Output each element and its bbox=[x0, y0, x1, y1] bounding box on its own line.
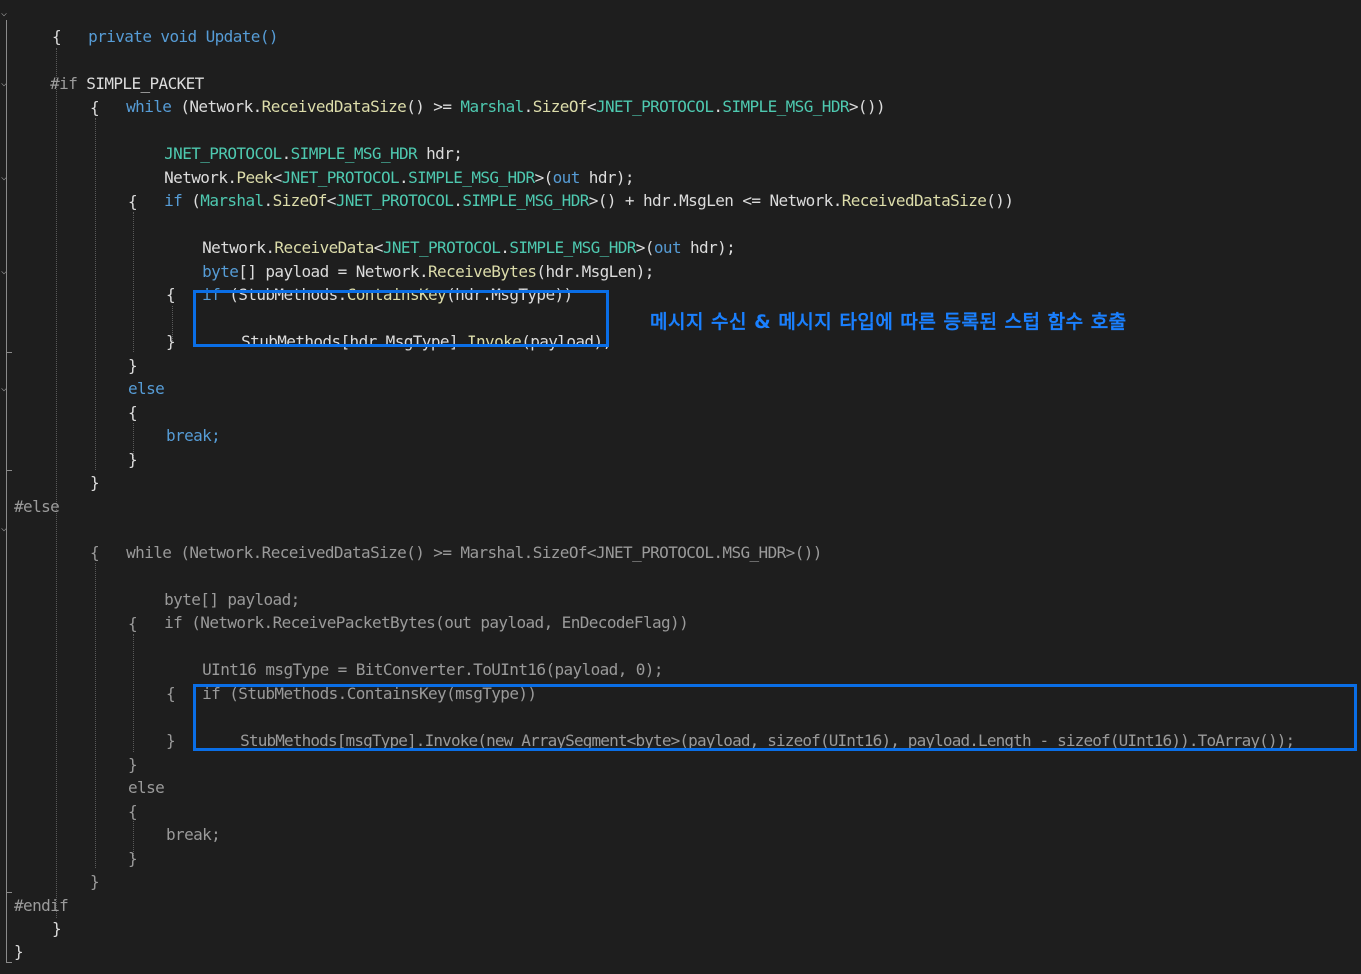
code-line-19[interactable]: break; bbox=[166, 424, 221, 447]
code-line-11[interactable]: byte[] payload = Network.ReceiveBytes(hd… bbox=[166, 237, 654, 281]
code-line-13[interactable]: { bbox=[166, 283, 176, 306]
code-line-22[interactable]: #else bbox=[14, 495, 60, 518]
code-line-17[interactable]: else bbox=[128, 377, 165, 400]
code-line-10[interactable]: Network.ReceiveData<JNET_PROTOCOL.SIMPLE… bbox=[166, 213, 736, 257]
code-editor[interactable]: ⌵ ⌵ ⌵ ⌵ ⌵ ⌵ private void Update() { #if … bbox=[0, 0, 1361, 974]
annotation-label: 메시지 수신 & 메시지 타입에 따른 등록된 스텁 함수 호출 bbox=[650, 311, 1127, 333]
indent-guide bbox=[95, 563, 96, 868]
code-line-27[interactable]: { bbox=[128, 612, 138, 635]
code-line-35[interactable]: { bbox=[128, 800, 138, 823]
code-line-36[interactable]: break; bbox=[166, 823, 221, 846]
code-line-20[interactable]: } bbox=[128, 448, 138, 471]
code-line-21[interactable]: } bbox=[90, 471, 100, 494]
code-line-37[interactable]: } bbox=[128, 847, 138, 870]
code-line-34[interactable]: else bbox=[128, 776, 165, 799]
code-line-38[interactable]: } bbox=[90, 870, 100, 893]
code-line-41[interactable]: } bbox=[14, 940, 24, 963]
code-line-8[interactable]: if (Marshal.SizeOf<JNET_PROTOCOL.SIMPLE_… bbox=[128, 166, 1014, 210]
preprocessor-if: #if bbox=[50, 74, 78, 94]
code-line-29[interactable]: if (StubMethods.ContainsKey(msgType)) bbox=[166, 659, 537, 703]
code-line-6[interactable]: JNET_PROTOCOL.SIMPLE_MSG_HDR hdr; bbox=[128, 119, 463, 163]
code-line-12[interactable]: if (StubMethods.ContainsKey(hdr.MsgType)… bbox=[166, 260, 573, 304]
code-line-33[interactable]: } bbox=[128, 753, 138, 776]
code-line-28[interactable]: UInt16 msgType = BitConverter.ToUInt16(p… bbox=[166, 635, 663, 679]
code-line-23[interactable]: while (Network.ReceivedDataSize() >= Mar… bbox=[90, 518, 822, 562]
chevron-down-icon[interactable]: ⌵ bbox=[1, 8, 11, 20]
fold-end bbox=[6, 470, 12, 471]
method-name: Update bbox=[205, 27, 261, 47]
code-line-39[interactable]: #endif bbox=[14, 894, 69, 917]
preprocessor-endif: #endif bbox=[14, 896, 69, 915]
code-line-2[interactable]: { bbox=[52, 25, 62, 48]
fold-end bbox=[6, 892, 12, 893]
highlight-box-segment-invoke bbox=[193, 684, 1357, 751]
code-line-16[interactable]: } bbox=[128, 354, 138, 377]
code-line-40[interactable]: } bbox=[52, 917, 62, 940]
keyword-void: void bbox=[160, 27, 197, 47]
code-line-15[interactable]: } bbox=[166, 330, 176, 353]
fold-end bbox=[6, 962, 12, 963]
keyword-private: private bbox=[88, 27, 152, 47]
code-line-25[interactable]: byte[] payload; bbox=[128, 565, 300, 609]
preprocessor-else: #else bbox=[14, 497, 60, 516]
code-line-4[interactable]: while (Network.ReceivedDataSize() >= Mar… bbox=[90, 72, 885, 116]
code-line-1[interactable]: private void Update() bbox=[52, 2, 278, 46]
code-line-24[interactable]: { bbox=[90, 541, 100, 564]
fold-end bbox=[6, 352, 12, 353]
fold-line bbox=[6, 20, 7, 962]
code-line-7[interactable]: Network.Peek<JNET_PROTOCOL.SIMPLE_MSG_HD… bbox=[128, 143, 634, 187]
code-line-32[interactable]: } bbox=[166, 729, 176, 752]
code-line-30[interactable]: { bbox=[166, 682, 176, 705]
indent-guide bbox=[95, 118, 96, 470]
code-line-18[interactable]: { bbox=[128, 401, 138, 424]
code-line-5[interactable]: { bbox=[90, 96, 100, 119]
indent-guide bbox=[56, 48, 57, 918]
code-line-26[interactable]: if (Network.ReceivePacketBytes(out paylo… bbox=[128, 588, 689, 632]
code-line-9[interactable]: { bbox=[128, 190, 138, 213]
highlight-box-simple-invoke bbox=[193, 290, 609, 347]
fold-gutter: ⌵ ⌵ ⌵ ⌵ ⌵ ⌵ bbox=[0, 0, 14, 974]
code-line-3[interactable]: #if SIMPLE_PACKET bbox=[14, 49, 204, 93]
